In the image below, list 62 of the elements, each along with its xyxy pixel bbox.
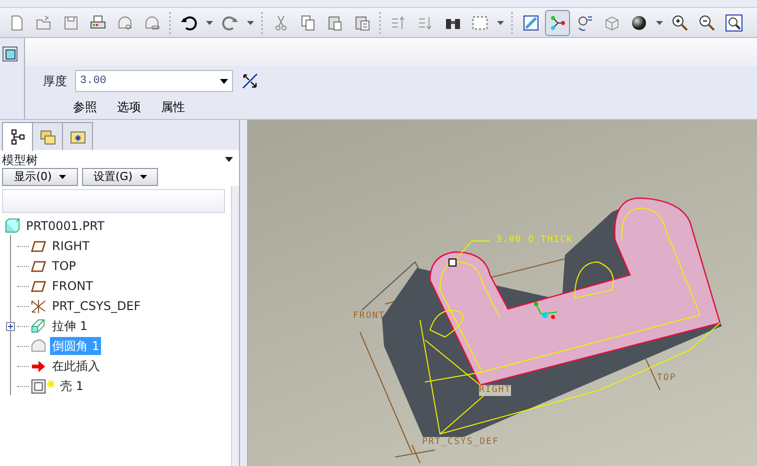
- printer-icon: [88, 14, 106, 32]
- scrollbar[interactable]: [231, 186, 239, 466]
- caret-icon: [206, 20, 213, 24]
- paste-icon: [326, 14, 344, 32]
- caret-icon: [656, 20, 663, 24]
- tree-item[interactable]: PRT_CSYS_DEF: [50, 297, 143, 315]
- redo-icon: [220, 14, 238, 32]
- csys-marker-icon: [394, 444, 436, 464]
- wireframe-cube-icon: [602, 14, 620, 32]
- thickness-label: 厚度: [43, 73, 67, 90]
- tree-item[interactable]: 在此插入: [50, 357, 102, 375]
- panel-title: 模型树: [2, 152, 38, 168]
- datum-label: FRONT: [353, 311, 386, 322]
- extrude-icon: [30, 318, 47, 334]
- panel-tab[interactable]: 参照: [63, 98, 107, 116]
- shell-icon: [30, 378, 47, 394]
- leader-line: [448, 240, 490, 266]
- star-folder-tab[interactable]: [62, 122, 93, 150]
- tree-item[interactable]: 拉伸 1: [50, 317, 90, 335]
- coordinate-system-icon: [30, 298, 47, 314]
- caret-icon: [247, 20, 254, 24]
- folders-icon: [38, 128, 56, 146]
- zoom-out-icon: [698, 14, 716, 32]
- tree-item[interactable]: TOP: [50, 257, 78, 275]
- expand-toggle-icon[interactable]: [6, 322, 14, 330]
- zoom-in-icon: [670, 14, 688, 32]
- datum-label: PRT_CSYS_DEF: [422, 437, 500, 448]
- thickness-field[interactable]: 3.00: [75, 70, 233, 92]
- datum-plane-icon: [522, 14, 540, 32]
- caret-icon: [140, 175, 147, 179]
- datum-label: TOP: [657, 373, 676, 384]
- tree-icon: [8, 128, 26, 146]
- tree-tab[interactable]: [2, 122, 33, 151]
- undo-icon: [180, 14, 198, 32]
- open-folder-icon: [34, 14, 52, 32]
- selection-box-icon: [470, 14, 488, 32]
- save-icon: [62, 14, 80, 32]
- caret-icon: [220, 78, 228, 84]
- part-icon: [4, 218, 21, 234]
- paste-special-icon: [352, 14, 370, 32]
- axis-display-icon: [548, 14, 566, 32]
- copy-icon: [298, 14, 316, 32]
- folders-tab[interactable]: [32, 122, 63, 150]
- caret-icon: [497, 20, 504, 24]
- datum-label: RIGHT: [479, 385, 512, 396]
- tree-item[interactable]: PRT0001.PRT: [24, 217, 106, 235]
- dropdown-icon[interactable]: [225, 157, 233, 162]
- tree-item[interactable]: RIGHT: [50, 237, 92, 255]
- tree-item[interactable]: 壳 1: [58, 377, 86, 395]
- refit-icon: [724, 14, 742, 32]
- dropdown-button[interactable]: 显示(0): [2, 168, 78, 186]
- round-icon: [30, 338, 47, 354]
- panel-tab[interactable]: 属性: [151, 98, 195, 116]
- feature-icon[interactable]: [2, 46, 18, 62]
- tree-item[interactable]: FRONT: [50, 277, 95, 295]
- shaded-sphere-icon: [630, 14, 648, 32]
- axis-display-button[interactable]: [545, 10, 570, 36]
- caret-icon: [58, 175, 66, 179]
- dimension-label: 3.00 O_THICK: [496, 235, 574, 246]
- dropdown-button[interactable]: 设置(G): [82, 168, 158, 186]
- panel-tab[interactable]: 选项: [107, 98, 151, 116]
- flip-icon[interactable]: [241, 72, 259, 90]
